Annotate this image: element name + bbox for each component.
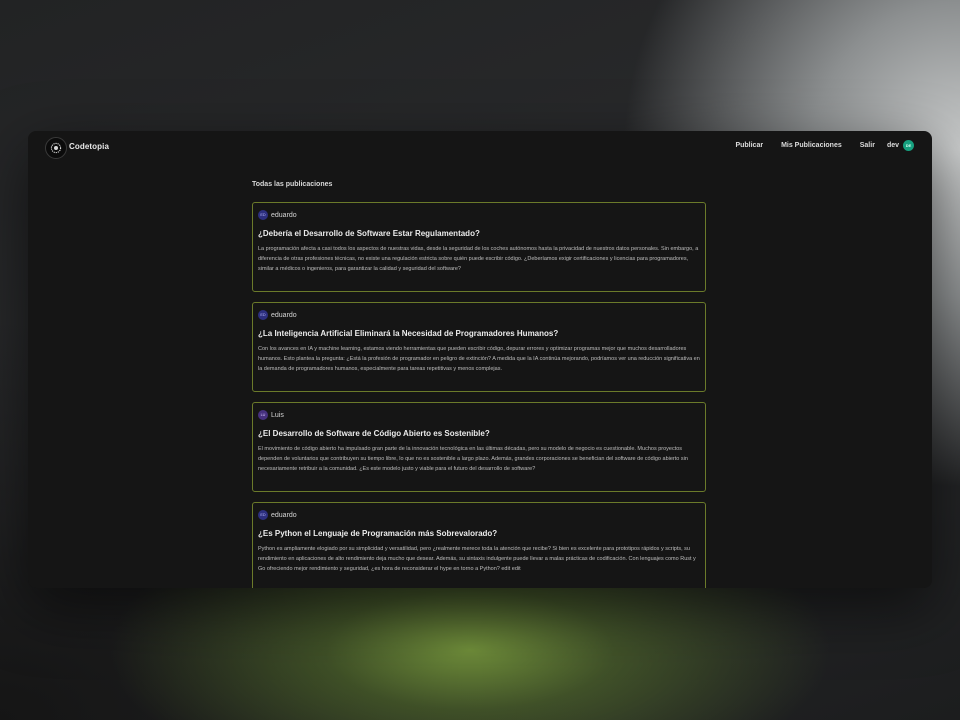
post-title[interactable]: ¿La Inteligencia Artificial Eliminará la… bbox=[258, 329, 700, 339]
nav-logout-link[interactable]: Salir bbox=[860, 142, 875, 149]
author-name[interactable]: eduardo bbox=[271, 212, 297, 219]
post-author: ED eduardo bbox=[258, 509, 700, 521]
post-body: La programación afecta a casi todos los … bbox=[258, 246, 699, 272]
navbar: Codetopia Publicar Mis Publicaciones Sal… bbox=[28, 131, 932, 163]
user-avatar[interactable]: DE bbox=[903, 140, 914, 151]
post-title[interactable]: ¿Es Python el Lenguaje de Programación m… bbox=[258, 529, 700, 539]
author-avatar: ED bbox=[258, 310, 268, 320]
nav-my-posts-link[interactable]: Mis Publicaciones bbox=[781, 142, 842, 149]
feed: Todas las publicaciones ED eduardo ¿Debe… bbox=[252, 181, 706, 588]
post-card[interactable]: ED eduardo ¿Es Python el Lenguaje de Pro… bbox=[252, 502, 706, 588]
post-body: Con los avances en IA y machine learning… bbox=[258, 346, 700, 372]
user-name[interactable]: dev bbox=[887, 142, 899, 149]
post-author: ED eduardo bbox=[258, 309, 700, 321]
post-title[interactable]: ¿El Desarrollo de Software de Código Abi… bbox=[258, 429, 700, 439]
post-card[interactable]: ED eduardo ¿Debería el Desarrollo de Sof… bbox=[252, 202, 706, 292]
post-card[interactable]: LU Luis ¿El Desarrollo de Software de Có… bbox=[252, 402, 706, 492]
feed-title: Todas las publicaciones bbox=[252, 181, 333, 188]
post-body: Python es ampliamente elogiado por su si… bbox=[258, 546, 696, 572]
author-avatar: ED bbox=[258, 210, 268, 220]
author-name[interactable]: eduardo bbox=[271, 312, 297, 319]
post-body: El movimiento de código abierto ha impul… bbox=[258, 446, 688, 472]
logo-icon[interactable] bbox=[45, 137, 67, 159]
author-avatar: ED bbox=[258, 510, 268, 520]
author-name[interactable]: Luis bbox=[271, 412, 284, 419]
app-window: Codetopia Publicar Mis Publicaciones Sal… bbox=[28, 131, 932, 588]
author-name[interactable]: eduardo bbox=[271, 512, 297, 519]
nav-menu: Publicar Mis Publicaciones Salir dev DE bbox=[735, 140, 914, 151]
post-card[interactable]: ED eduardo ¿La Inteligencia Artificial E… bbox=[252, 302, 706, 392]
author-avatar: LU bbox=[258, 410, 268, 420]
post-title[interactable]: ¿Debería el Desarrollo de Software Estar… bbox=[258, 229, 700, 239]
post-author: ED eduardo bbox=[258, 209, 700, 221]
nav-publish-link[interactable]: Publicar bbox=[735, 142, 763, 149]
brand-name[interactable]: Codetopia bbox=[69, 142, 109, 151]
post-author: LU Luis bbox=[258, 409, 700, 421]
